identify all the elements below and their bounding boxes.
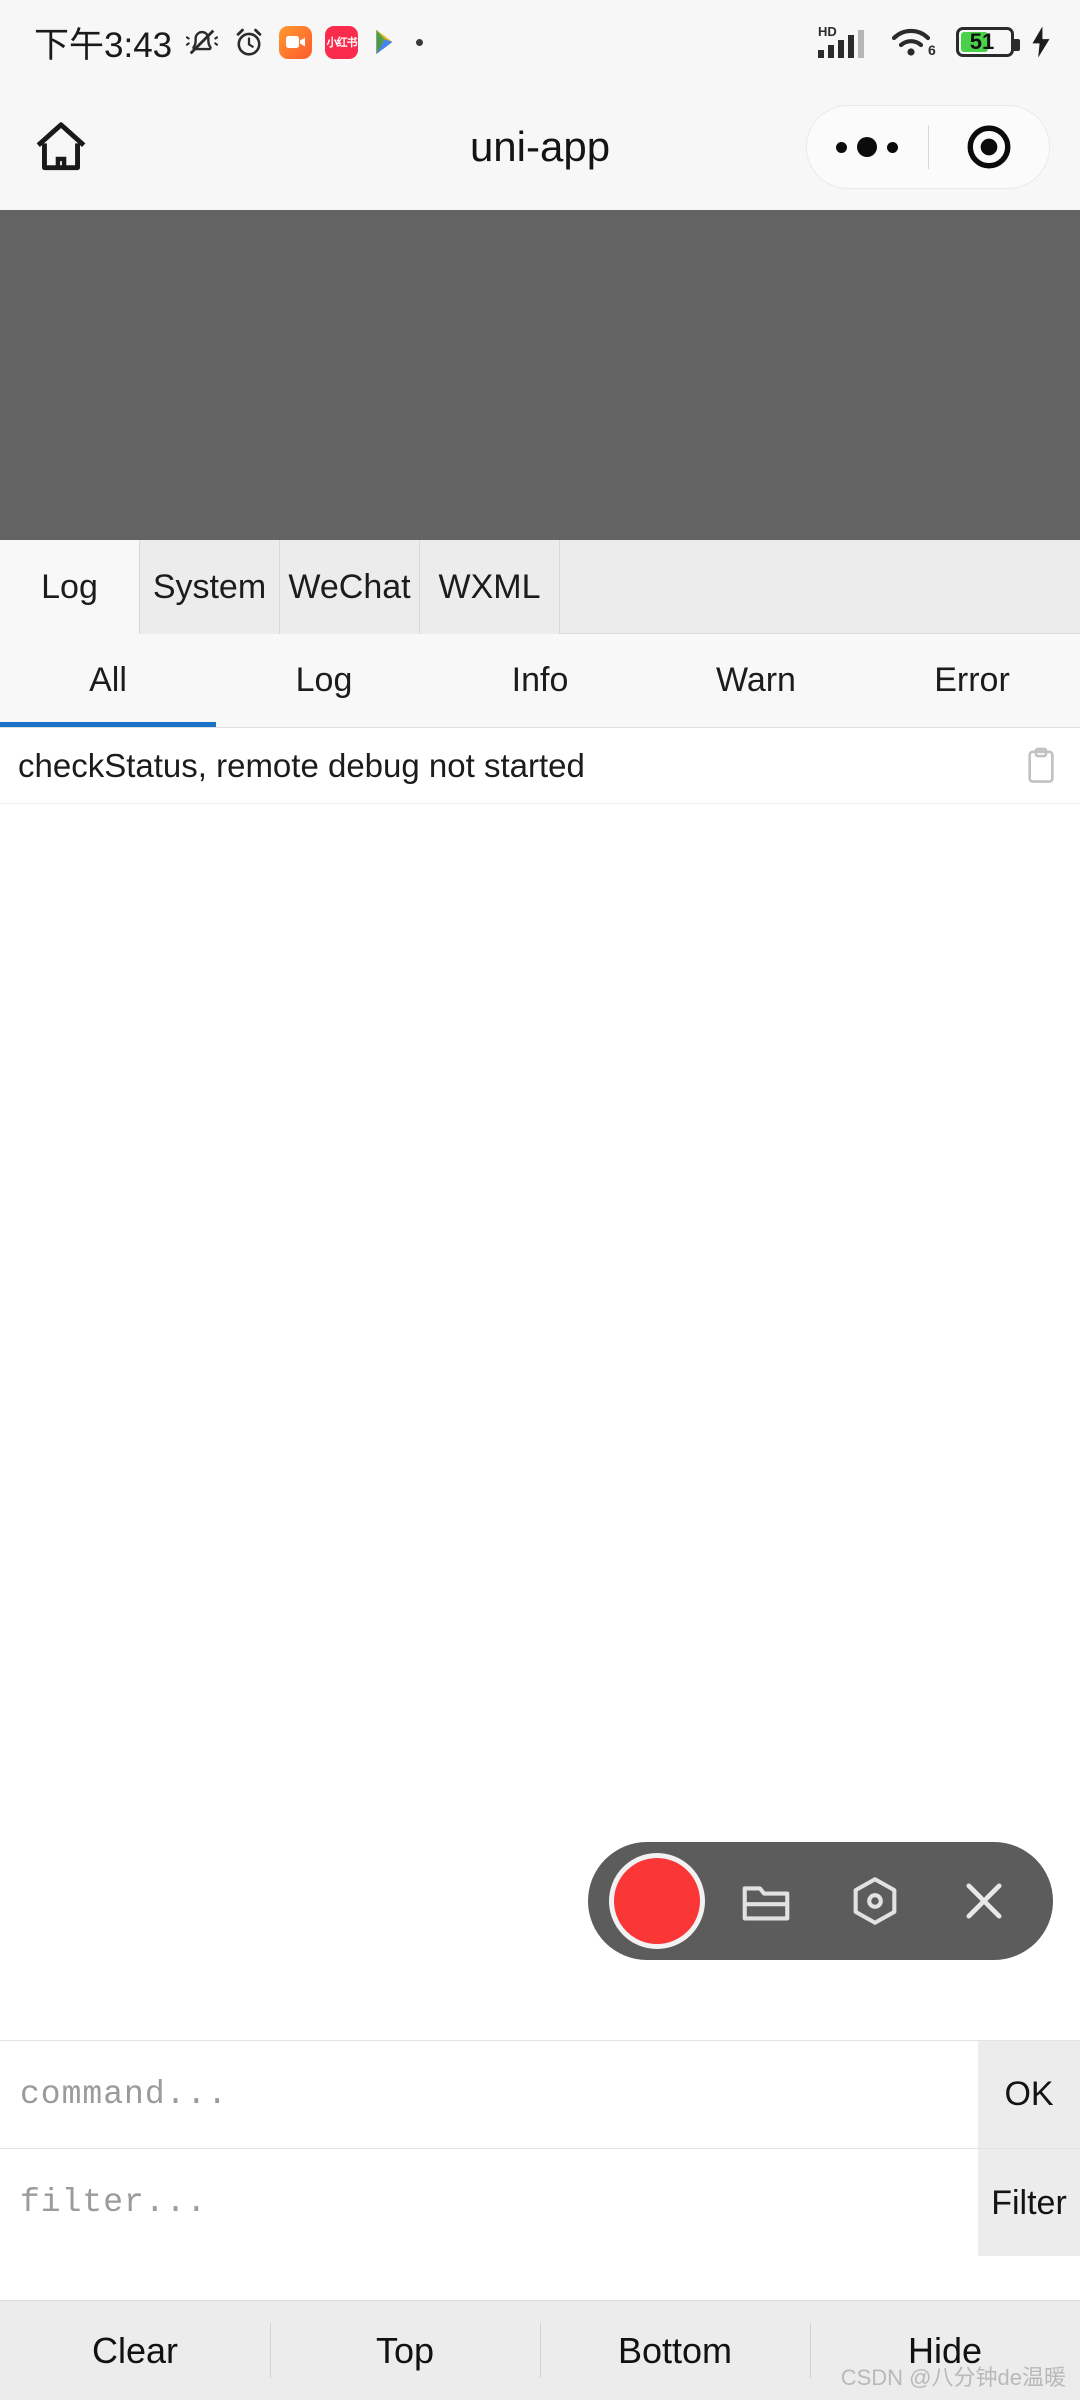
level-tab-error-label: Error — [934, 661, 1010, 699]
more-dot-icon — [416, 38, 424, 46]
play-store-icon — [376, 30, 393, 54]
bottom-button[interactable]: Bottom — [540, 2301, 810, 2400]
settings-button[interactable] — [821, 1872, 930, 1930]
console-action-bar: Clear Top Bottom Hide CSDN @八分钟de温暖 — [0, 2300, 1080, 2400]
tab-system[interactable]: System — [140, 540, 280, 634]
status-bar-right: HD 6 51 — [816, 22, 1054, 62]
record-circle-icon — [608, 1853, 705, 1949]
hexagon-settings-icon — [853, 1877, 897, 1925]
close-x-icon — [966, 1883, 1002, 1919]
level-tab-log[interactable]: Log — [216, 634, 432, 727]
floating-debug-toolbar — [588, 1842, 1053, 1960]
clear-button[interactable]: Clear — [0, 2301, 270, 2400]
debug-console-panel: Log System WeChat WXML All Log Info Warn… — [0, 540, 1080, 2040]
filter-button[interactable]: Filter — [978, 2149, 1080, 2256]
home-icon[interactable] — [30, 116, 92, 178]
status-bar: 下午3:43 小红书 HD 6 51 — [0, 0, 1080, 84]
status-bar-left: 下午3:43 小红书 — [34, 17, 424, 68]
level-tab-info[interactable]: Info — [432, 634, 648, 727]
video-app-icon — [279, 25, 313, 59]
top-button[interactable]: Top — [270, 2301, 540, 2400]
alarm-clock-icon — [236, 28, 262, 56]
screen-root: 下午3:43 小红书 HD 6 51 uni-app Log System We… — [0, 0, 1080, 2400]
tab-wechat-label: WeChat — [288, 567, 411, 606]
source-tab-bar: Log System WeChat WXML — [0, 540, 1080, 634]
filter-input[interactable]: filter... — [0, 2149, 978, 2256]
watermark: CSDN @八分钟de温暖 — [840, 2365, 1066, 2390]
console-input-area: command... OK filter... Filter — [0, 2040, 1080, 2300]
record-button[interactable] — [602, 1853, 711, 1949]
signal-hd-icon: HD — [818, 24, 864, 58]
command-input[interactable]: command... — [0, 2041, 978, 2148]
folder-icon — [742, 1886, 790, 1921]
tab-log-label: Log — [41, 567, 98, 606]
level-tab-log-label: Log — [295, 661, 353, 699]
tab-wechat[interactable]: WeChat — [280, 540, 420, 634]
wifi-icon: 6 — [891, 28, 936, 58]
target-circle-icon — [967, 125, 1011, 169]
source-tab-filler — [560, 540, 1080, 633]
level-tab-all-label: All — [89, 661, 127, 699]
filter-row: filter... Filter — [0, 2148, 1080, 2256]
level-tab-all[interactable]: All — [0, 634, 216, 727]
mini-program-capsule — [806, 105, 1050, 189]
tab-log[interactable]: Log — [0, 540, 140, 634]
nav-bar: uni-app — [0, 84, 1080, 210]
level-tab-error[interactable]: Error — [864, 634, 1080, 727]
tab-wxml-label: WXML — [438, 567, 541, 606]
more-dots-icon — [836, 137, 899, 157]
folder-button[interactable] — [711, 1872, 820, 1930]
wifi-generation-label: 6 — [928, 42, 936, 58]
command-row: command... OK — [0, 2040, 1080, 2148]
battery-icon: 51 — [956, 27, 1020, 57]
mute-bell-icon — [186, 29, 219, 55]
level-tab-warn[interactable]: Warn — [648, 634, 864, 727]
level-tab-info-label: Info — [511, 661, 569, 699]
level-tab-warn-label: Warn — [716, 661, 796, 699]
log-entry-row[interactable]: checkStatus, remote debug not started — [0, 728, 1080, 804]
clipboard-icon[interactable] — [1024, 747, 1058, 785]
xiaohongshu-app-icon: 小红书 — [325, 25, 359, 59]
capsule-close-button[interactable] — [929, 122, 1050, 172]
status-time: 下午3:43 — [34, 25, 173, 65]
close-button[interactable] — [930, 1873, 1039, 1929]
charging-bolt-icon — [1032, 26, 1050, 58]
level-tab-bar: All Log Info Warn Error — [0, 634, 1080, 728]
battery-percent: 51 — [969, 29, 995, 54]
webview-content-area[interactable] — [0, 210, 1080, 540]
hd-label: HD — [818, 24, 837, 39]
capsule-more-button[interactable] — [807, 137, 928, 157]
log-entry-message: checkStatus, remote debug not started — [18, 746, 585, 784]
tab-system-label: System — [152, 567, 267, 606]
tab-wxml[interactable]: WXML — [420, 540, 560, 634]
ok-button[interactable]: OK — [978, 2041, 1080, 2148]
